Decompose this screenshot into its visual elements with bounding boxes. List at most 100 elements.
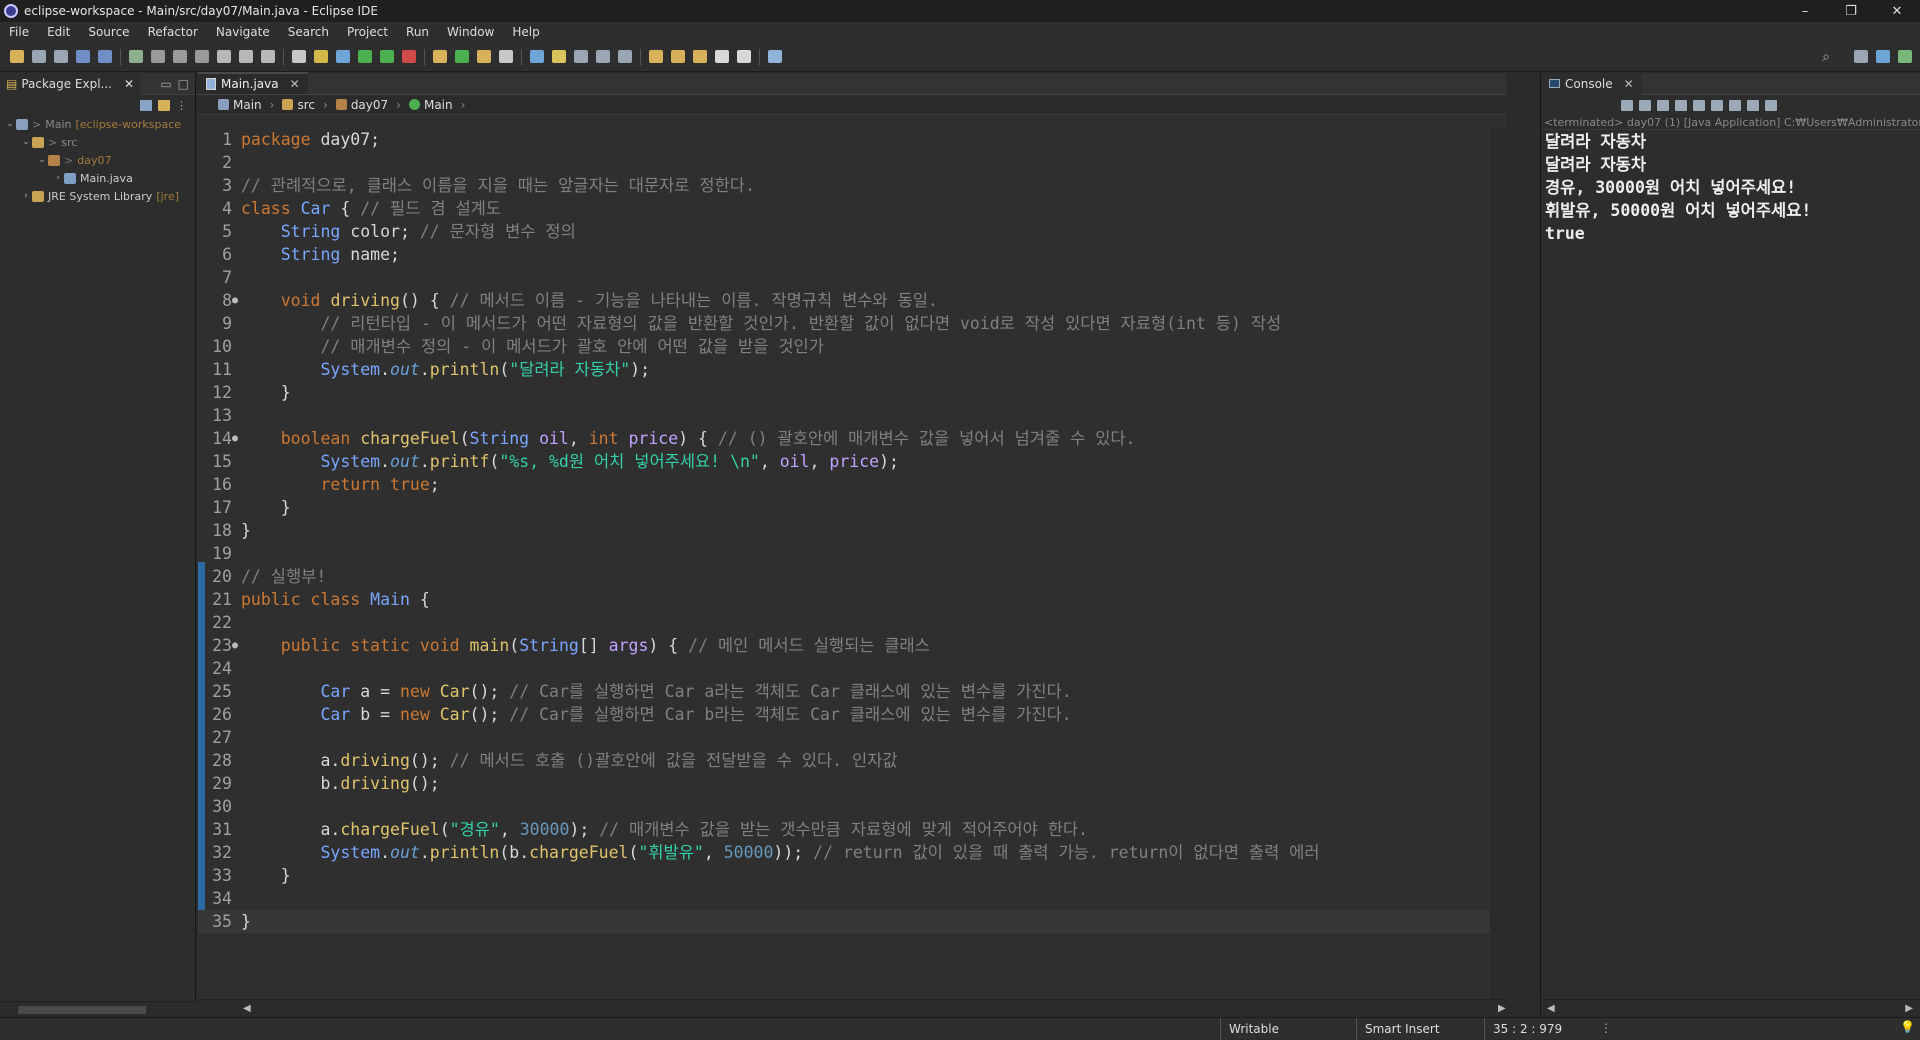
vertical-scrollbar[interactable] [1490, 128, 1506, 1000]
code-line[interactable]: 10 // 매개변수 정의 - 이 메서드가 괄호 안에 어떤 값을 받을 것인… [198, 335, 1498, 358]
code-line[interactable]: 6 String name; [198, 243, 1498, 266]
code-line[interactable]: 16 return true; [198, 473, 1498, 496]
new-java-project-icon[interactable] [433, 50, 447, 63]
chevron-down-icon[interactable]: ⌄ [36, 155, 48, 165]
menu-edit[interactable]: Edit [38, 25, 79, 39]
mark-occurrences-icon[interactable] [552, 50, 566, 63]
code-line[interactable]: 11 System.out.println("달려라 자동차"); [198, 358, 1498, 381]
code-line[interactable]: 8 ● void driving() { // 메서드 이름 - 기능을 나타내는… [198, 289, 1498, 312]
tree-item-day07[interactable]: ⌄ > day07 [0, 151, 195, 169]
scroll-left-icon[interactable]: ◀ [1547, 1003, 1555, 1014]
code-line[interactable]: 14 ● boolean chargeFuel(String oil, int p… [198, 427, 1498, 450]
code-line[interactable]: 32 System.out.println(b.chargeFuel("휘발유"… [198, 841, 1498, 864]
menu-project[interactable]: Project [338, 25, 397, 39]
console-output[interactable]: 달려라 자동차 달려라 자동차 경유, 30000원 어치 넣어주세요! 휘발유… [1541, 130, 1920, 245]
close-icon[interactable]: ✕ [290, 77, 300, 91]
view-menu-icon[interactable]: ⋮ [176, 99, 187, 112]
code-line[interactable]: 12 } [198, 381, 1498, 404]
scroll-lock-icon[interactable] [1693, 99, 1705, 111]
menu-help[interactable]: Help [503, 25, 548, 39]
terminate-icon[interactable] [173, 50, 187, 63]
chevron-right-icon[interactable]: › [52, 173, 64, 183]
open-task-icon[interactable] [314, 50, 328, 63]
horizontal-scrollbar[interactable] [0, 1001, 196, 1017]
scroll-left-icon[interactable]: ◀ [243, 1003, 251, 1014]
code-line[interactable]: 19 [198, 542, 1498, 565]
open-folder-icon[interactable] [477, 50, 491, 63]
breadcrumb-package[interactable]: day07 [351, 98, 388, 112]
code-line[interactable]: 27 [198, 726, 1498, 749]
code-line[interactable]: 30 [198, 795, 1498, 818]
new-icon[interactable] [10, 50, 24, 63]
next-annotation-icon[interactable] [649, 50, 663, 63]
breadcrumb-project[interactable]: Main [233, 98, 262, 112]
step-return-icon[interactable] [261, 50, 275, 63]
word-wrap-icon[interactable] [1711, 99, 1723, 111]
build-icon[interactable] [98, 50, 112, 63]
code-line[interactable]: 1 package day07; [198, 128, 1498, 151]
lightbulb-icon[interactable]: 💡 [1900, 1020, 1915, 1034]
tree-item-src[interactable]: ⌄ > src [0, 133, 195, 151]
link-with-editor-icon[interactable] [158, 99, 170, 111]
search-icon[interactable]: ⌕ [1822, 49, 1830, 65]
code-line[interactable]: 18} [198, 519, 1498, 542]
tree-item-jre[interactable]: › JRE System Library [jre] [0, 187, 195, 205]
code-line[interactable]: 2 [198, 151, 1498, 174]
close-icon[interactable]: ✕ [1624, 77, 1634, 91]
remove-all-icon[interactable] [1657, 99, 1669, 111]
save-all-icon[interactable] [54, 50, 68, 63]
block-selection-icon[interactable] [574, 50, 588, 63]
code-line[interactable]: 23 ● public static void main(String[] arg… [198, 634, 1498, 657]
scroll-right-icon[interactable]: ▶ [1905, 1003, 1913, 1014]
open-type-icon[interactable] [292, 50, 306, 63]
terminal-icon[interactable] [76, 50, 90, 63]
menu-window[interactable]: Window [438, 25, 503, 39]
disconnect-icon[interactable] [195, 50, 209, 63]
code-line[interactable]: 3 // 관례적으로, 클래스 이름을 지을 때는 앞글자는 대문자로 정한다. [198, 174, 1498, 197]
last-edit-icon[interactable] [693, 50, 707, 63]
collapse-all-icon[interactable] [140, 99, 152, 111]
package-explorer-tab[interactable]: ▤ Package Expl... ✕ [0, 72, 141, 95]
scrollbar-thumb[interactable] [18, 1006, 146, 1014]
code-line[interactable]: 24 [198, 657, 1498, 680]
tab-main-java[interactable]: Main.java ✕ [198, 72, 308, 94]
close-icon[interactable]: ✕ [124, 77, 134, 91]
show-whitespace-icon[interactable] [618, 50, 632, 63]
code-editor[interactable]: 1 package day07; 2 3// 관례적으로, 클래스 이름을 지을 때는… [198, 128, 1506, 985]
horizontal-scrollbar[interactable]: ◀ ▶ [198, 999, 1506, 1017]
maximize-button[interactable]: ❐ [1828, 4, 1874, 19]
menu-run[interactable]: Run [397, 25, 438, 39]
code-line[interactable]: 29 b.driving(); [198, 772, 1498, 795]
java-perspective-icon[interactable] [1876, 50, 1890, 63]
menu-refactor[interactable]: Refactor [139, 25, 207, 39]
coverage-icon[interactable] [380, 50, 394, 63]
clear-console-icon[interactable] [1675, 99, 1687, 111]
status-insert-mode[interactable]: Smart Insert [1356, 1018, 1484, 1040]
tab-console[interactable]: Console ✕ [1541, 72, 1642, 95]
close-button[interactable]: ✕ [1874, 4, 1920, 19]
open-perspective-icon[interactable] [1854, 50, 1868, 63]
new-class-icon[interactable] [455, 50, 469, 63]
step-over-icon[interactable] [239, 50, 253, 63]
pin-editor-icon[interactable] [768, 50, 782, 63]
breadcrumb-src[interactable]: src [297, 98, 315, 112]
code-line[interactable]: 17 } [198, 496, 1498, 519]
code-line[interactable]: 21 public class Main { [198, 588, 1498, 611]
breadcrumb-class[interactable]: Main [424, 98, 453, 112]
code-line[interactable]: 26 Car b = new Car(); // Car를 실행하면 Car b… [198, 703, 1498, 726]
chevron-down-icon[interactable]: ⌄ [4, 119, 16, 129]
code-line[interactable]: 25 Car a = new Car(); // Car를 실행하면 Car a… [198, 680, 1498, 703]
minimize-button[interactable]: – [1782, 4, 1828, 19]
code-line[interactable]: 4 class Car { // 필드 겸 설계도 [198, 197, 1498, 220]
menu-file[interactable]: File [0, 25, 38, 39]
open-console-icon[interactable] [1765, 99, 1777, 111]
code-line[interactable]: 22 [198, 611, 1498, 634]
scroll-right-icon[interactable]: ▶ [1498, 1003, 1506, 1014]
code-line[interactable]: 35} [198, 910, 1498, 933]
search-tool-icon[interactable] [499, 50, 513, 63]
code-line[interactable]: 33 } [198, 864, 1498, 887]
run-icon[interactable] [358, 50, 372, 63]
chevron-right-icon[interactable]: › [20, 191, 32, 201]
forward-icon[interactable] [737, 50, 751, 63]
code-line[interactable]: 5 String color; // 문자형 변수 정의 [198, 220, 1498, 243]
